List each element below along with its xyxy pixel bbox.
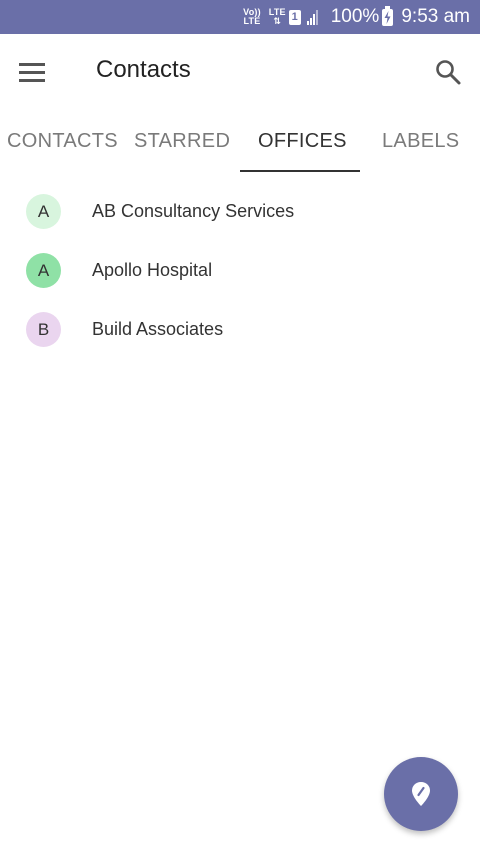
tab-offices[interactable]: OFFICES [258,130,347,153]
tab-bar: CONTACTS STARRED OFFICES LABELS [0,118,480,174]
office-name: AB Consultancy Services [92,201,295,221]
data-lte-icon: LTE ⇅ [268,7,286,26]
page-title: Contacts [96,56,191,83]
search-icon[interactable] [434,58,462,86]
battery-charging-icon [382,5,394,26]
location-pin-icon [412,782,430,806]
battery-percentage: 100% [330,6,380,27]
avatar: B [26,312,61,347]
active-tab-indicator [240,170,360,172]
offices-list: A AB Consultancy Services A Apollo Hospi… [0,182,480,359]
tab-labels[interactable]: LABELS [382,130,459,153]
app-bar: Contacts [0,34,480,110]
avatar: A [26,194,61,229]
tab-contacts[interactable]: CONTACTS [7,130,118,153]
hamburger-menu-icon[interactable] [19,63,45,82]
clock: 9:53 am [401,6,470,27]
sim-icon: 1 [288,9,301,25]
tab-starred[interactable]: STARRED [134,130,230,153]
list-item[interactable]: A Apollo Hospital [0,241,480,300]
list-item[interactable]: B Build Associates [0,300,480,359]
office-name: Build Associates [92,319,224,339]
volte-icon: Vo)) LTE [243,8,261,26]
status-bar: Vo)) LTE LTE ⇅ 1 100% 9:53 am [0,0,480,34]
add-office-button[interactable] [384,757,458,831]
volte-lte-label: LTE [243,16,261,26]
office-name: Apollo Hospital [92,260,213,280]
avatar: A [26,253,61,288]
signal-icon [306,9,319,25]
list-item[interactable]: A AB Consultancy Services [0,182,480,241]
